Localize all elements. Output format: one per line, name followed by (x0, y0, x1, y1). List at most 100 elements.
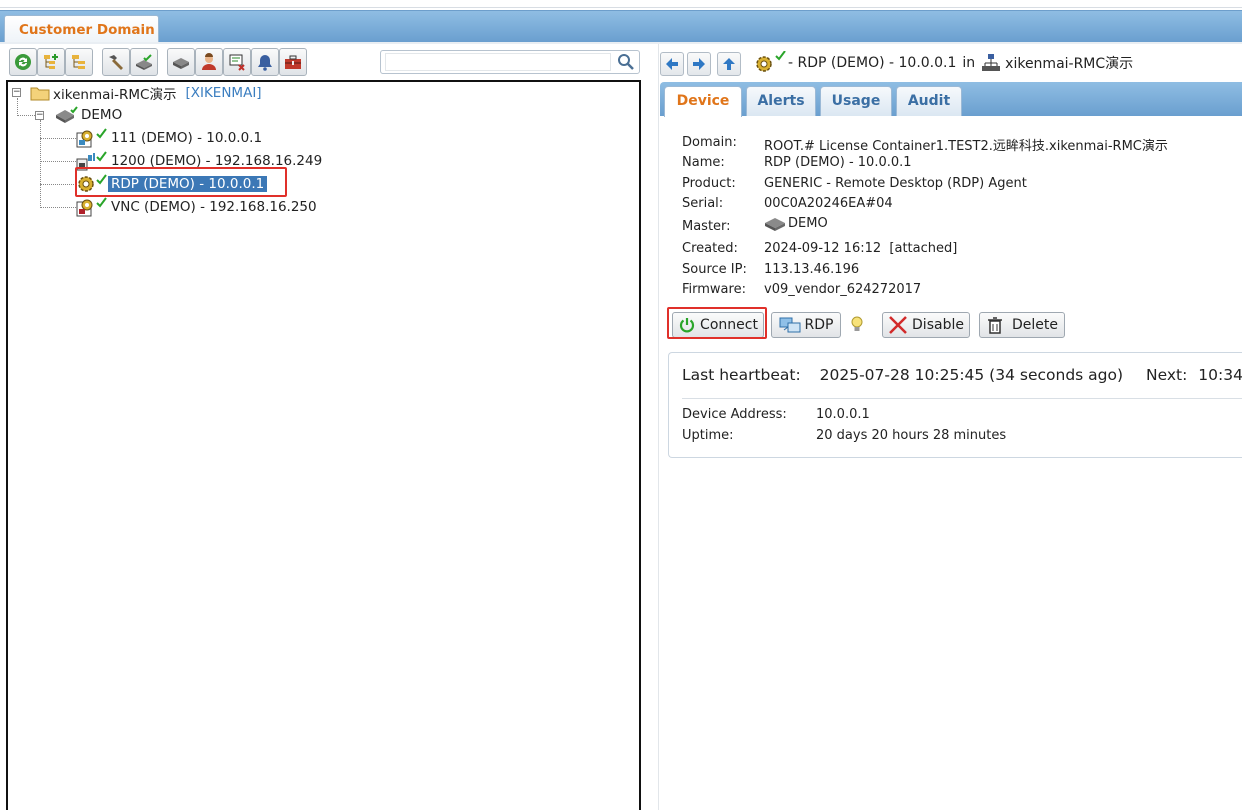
bell-icon (258, 55, 272, 71)
tree-item-111[interactable]: 111 (DEMO) - 10.0.0.1 (76, 128, 265, 148)
tree-group-demo[interactable]: DEMO (54, 105, 125, 125)
back-button[interactable] (660, 52, 684, 76)
detail-value: RDP (DEMO) - 10.0.0.1 (764, 155, 912, 170)
breadcrumb-in: in (962, 55, 976, 71)
tab-customer-domain[interactable]: Customer Domain (4, 15, 159, 43)
search-input[interactable] (385, 53, 611, 71)
detail-key: Name: (682, 155, 725, 170)
tree-guide (17, 115, 37, 116)
tools-button[interactable] (102, 48, 130, 76)
panel-divider[interactable] (658, 44, 659, 810)
hammer-icon (109, 55, 123, 70)
device-button[interactable] (167, 48, 195, 76)
heartbeat-value: 2025-07-28 10:25:45 (34 seconds ago) (819, 366, 1124, 384)
selection-highlight (75, 167, 287, 197)
toolbox-button[interactable] (279, 48, 307, 76)
trash-icon (988, 317, 1002, 334)
tree-edit-button[interactable] (65, 48, 93, 76)
detail-value: 10.0.0.1 (816, 407, 870, 422)
detail-key: Firmware: (682, 282, 746, 297)
x-icon (889, 316, 907, 334)
collapse-toggle[interactable]: − (12, 88, 21, 97)
header-underline (0, 42, 1242, 44)
tree-guide (40, 120, 41, 208)
detail-value: 2024-09-12 16:12 [attached] (764, 241, 958, 256)
tree-root-label: xikenmai-RMC演示 (53, 87, 177, 103)
user-icon (202, 53, 216, 70)
tree-item-label: 111 (DEMO) - 10.0.0.1 (111, 130, 263, 146)
breadcrumb-device: - RDP (DEMO) - 10.0.0.1 (788, 55, 957, 71)
master-device-icon (765, 218, 785, 231)
domain-code: [XIKENMAI] (185, 85, 262, 101)
device-icon (173, 58, 189, 69)
breadcrumb-domain-link[interactable]: xikenmai-RMC演示 (1005, 53, 1133, 73)
search-box (380, 50, 640, 74)
rdp-button[interactable]: RDP (771, 312, 841, 338)
tab-device[interactable]: Device (664, 86, 742, 117)
report-button[interactable] (223, 48, 251, 76)
detail-value: 00C0A20246EA#04 (764, 196, 893, 211)
add-domain-icon (44, 54, 58, 69)
tree-root[interactable]: xikenmai-RMC演示 [XIKENMAI] (30, 83, 262, 103)
add-domain-button[interactable] (37, 48, 65, 76)
tree-item-vnc[interactable]: VNC (DEMO) - 192.168.16.250 (76, 197, 320, 217)
device-check-icon (136, 54, 152, 70)
heartbeat-label: Last heartbeat: (682, 366, 801, 384)
alerts-button[interactable] (251, 48, 279, 76)
detail-key: Uptime: (682, 428, 734, 443)
breadcrumb: - RDP (DEMO) - 10.0.0.1 in xikenmai-RMC演… (754, 50, 1133, 76)
tree-guide (40, 161, 76, 162)
detail-value: 20 days 20 hours 28 minutes (816, 428, 1007, 443)
gear-device-icon (76, 197, 107, 217)
detail-value: DEMO (764, 215, 828, 231)
tree-guide (40, 138, 76, 139)
disable-button[interactable]: Disable (882, 312, 970, 338)
connect-highlight (667, 307, 767, 339)
refresh-button[interactable] (9, 48, 37, 76)
lightbulb-icon[interactable] (850, 316, 864, 338)
user-button[interactable] (195, 48, 223, 76)
next-label: Next: (1145, 366, 1188, 384)
network-icon (982, 54, 1001, 71)
toolbox-icon (285, 55, 301, 69)
refresh-icon (15, 54, 31, 70)
tree-guide (40, 207, 76, 208)
detail-key: Created: (682, 241, 738, 256)
collapse-toggle[interactable]: − (35, 111, 44, 120)
next-value: 10:34:4 (1198, 366, 1242, 384)
forward-button[interactable] (687, 52, 711, 76)
arrow-left-icon (666, 58, 678, 70)
detail-value: GENERIC - Remote Desktop (RDP) Agent (764, 176, 1027, 191)
remote-desktop-icon (779, 317, 801, 333)
arrow-right-icon (693, 58, 705, 70)
delete-button[interactable]: Delete (979, 312, 1065, 338)
tree-guide (40, 184, 76, 185)
detail-key: Device Address: (682, 407, 787, 422)
top-strip (0, 0, 1242, 8)
tree-edit-icon (72, 55, 85, 69)
header-bar: Customer Domain (0, 10, 1242, 43)
gear-device-icon (76, 128, 107, 148)
divider (682, 398, 1242, 399)
tab-audit[interactable]: Audit (896, 86, 962, 116)
tree-group-label: DEMO (81, 107, 123, 123)
delete-label: Delete (1012, 317, 1058, 333)
tab-usage[interactable]: Usage (820, 86, 892, 116)
detail-key: Domain: (682, 135, 737, 150)
detail-key: Source IP: (682, 262, 747, 277)
rdp-label: RDP (804, 317, 834, 333)
tab-alerts[interactable]: Alerts (746, 86, 816, 116)
device-check-button[interactable] (130, 48, 158, 76)
master-link[interactable]: DEMO (788, 216, 828, 231)
tree-guide (17, 98, 18, 116)
detail-key: Serial: (682, 196, 724, 211)
search-icon[interactable] (617, 53, 635, 75)
detail-value: 113.13.46.196 (764, 262, 860, 277)
detail-value: v09_vendor_624272017 (764, 282, 922, 297)
up-button[interactable] (717, 52, 741, 76)
master-device-icon (56, 106, 78, 123)
detail-value: ROOT.# License Container1.TEST2.远眸科技.xik… (764, 139, 1168, 154)
report-icon (229, 54, 245, 71)
arrow-up-icon (723, 58, 735, 70)
detail-key: Master: (682, 219, 731, 234)
